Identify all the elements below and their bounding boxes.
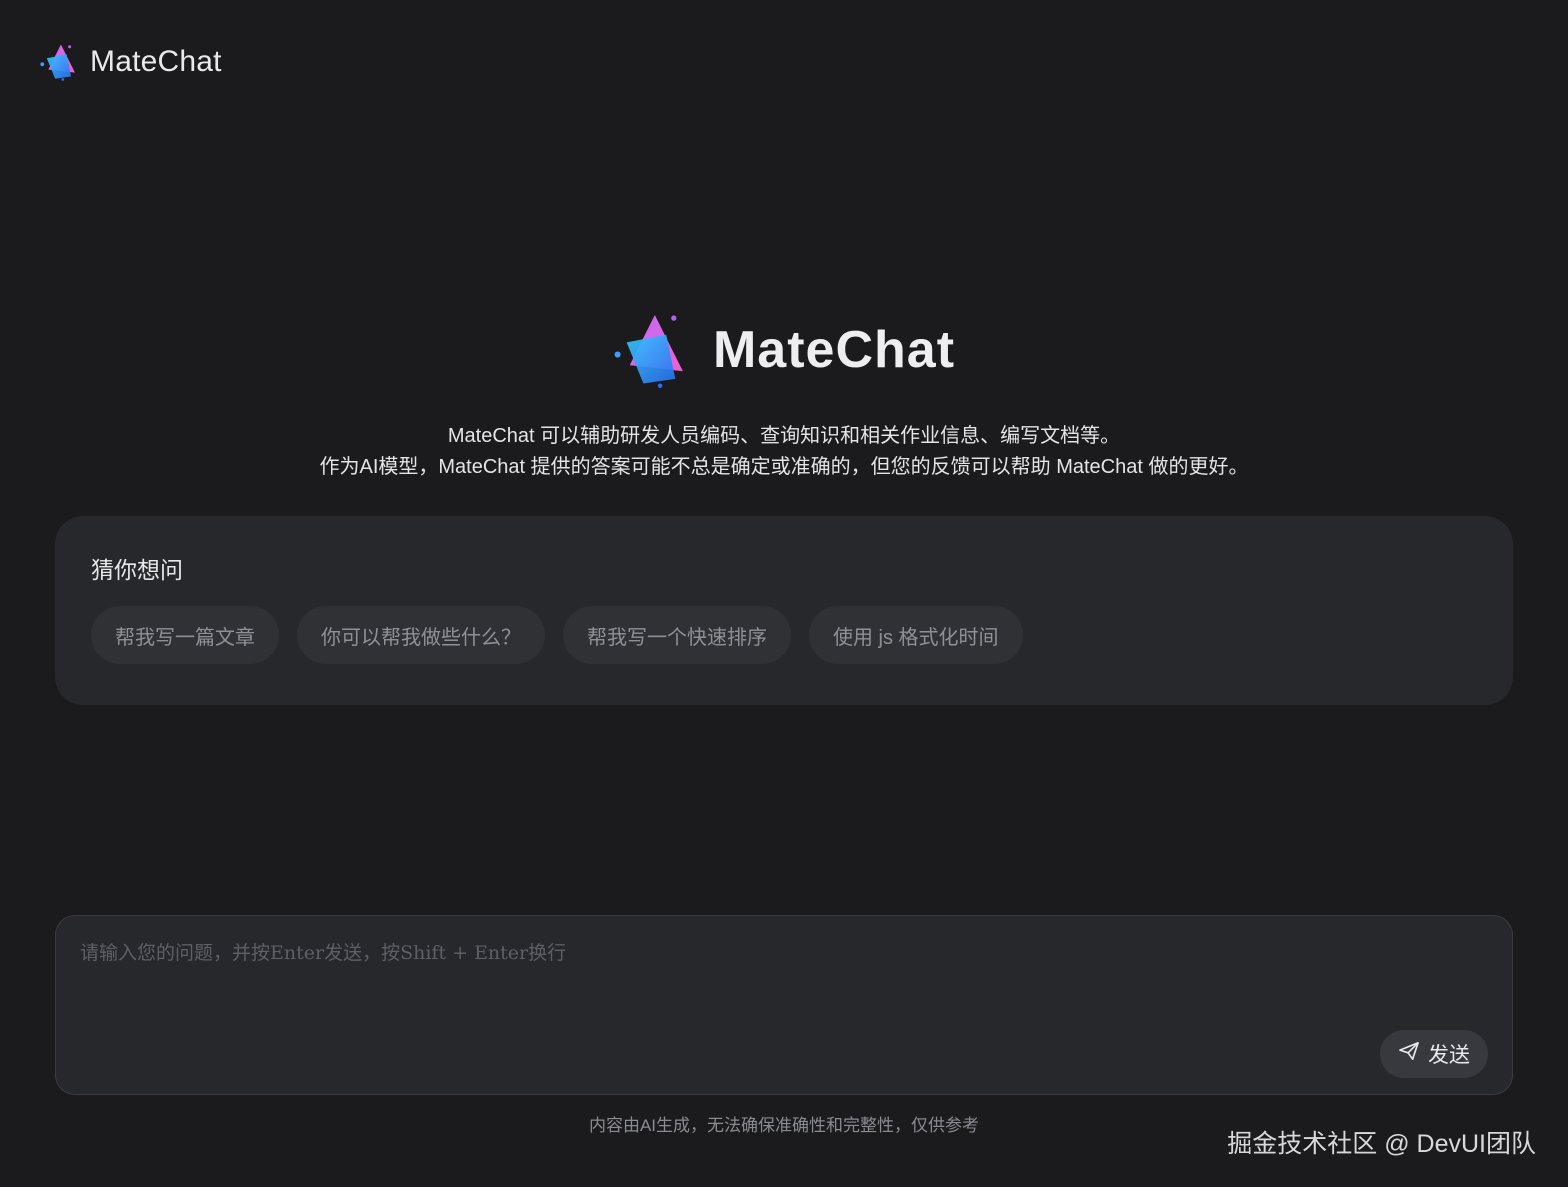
intro-line-1: MateChat 可以辅助研发人员编码、查询知识和相关作业信息、编写文档等。: [447, 425, 1121, 447]
matechat-logo-icon: [613, 312, 689, 388]
guess-panel: 猜你想问 帮我写一篇文章 你可以帮我做些什么？ 帮我写一个快速排序 使用 js …: [55, 516, 1513, 705]
send-label: 发送: [1428, 1044, 1470, 1067]
chat-input[interactable]: [80, 938, 1380, 1038]
intro-line-2: 作为AI模型，MateChat 提供的答案可能不总是确定或准确的，但您的反馈可以…: [319, 456, 1249, 478]
suggestion-chip[interactable]: 你可以帮我做些什么？: [297, 606, 545, 664]
matechat-logo-icon: [40, 42, 78, 82]
suggestion-list: 帮我写一篇文章 你可以帮我做些什么？ 帮我写一个快速排序 使用 js 格式化时间: [91, 606, 1477, 664]
send-icon: [1398, 1041, 1420, 1067]
hero-title: MateChat: [712, 321, 956, 379]
chat-input-box: 发送: [55, 915, 1513, 1095]
watermark: 掘金技术社区 @ DevUI团队: [1227, 1130, 1536, 1158]
suggestion-chip[interactable]: 帮我写一个快速排序: [563, 606, 791, 664]
header: MateChat: [40, 40, 222, 84]
suggestion-chip[interactable]: 帮我写一篇文章: [91, 606, 279, 664]
intro-text: MateChat 可以辅助研发人员编码、查询知识和相关作业信息、编写文档等。 作…: [0, 421, 1568, 483]
send-button[interactable]: 发送: [1380, 1030, 1488, 1078]
suggestion-chip[interactable]: 使用 js 格式化时间: [809, 606, 1023, 664]
guess-title: 猜你想问: [91, 557, 183, 583]
hero: MateChat: [0, 312, 1568, 388]
app-name: MateChat: [90, 45, 222, 78]
